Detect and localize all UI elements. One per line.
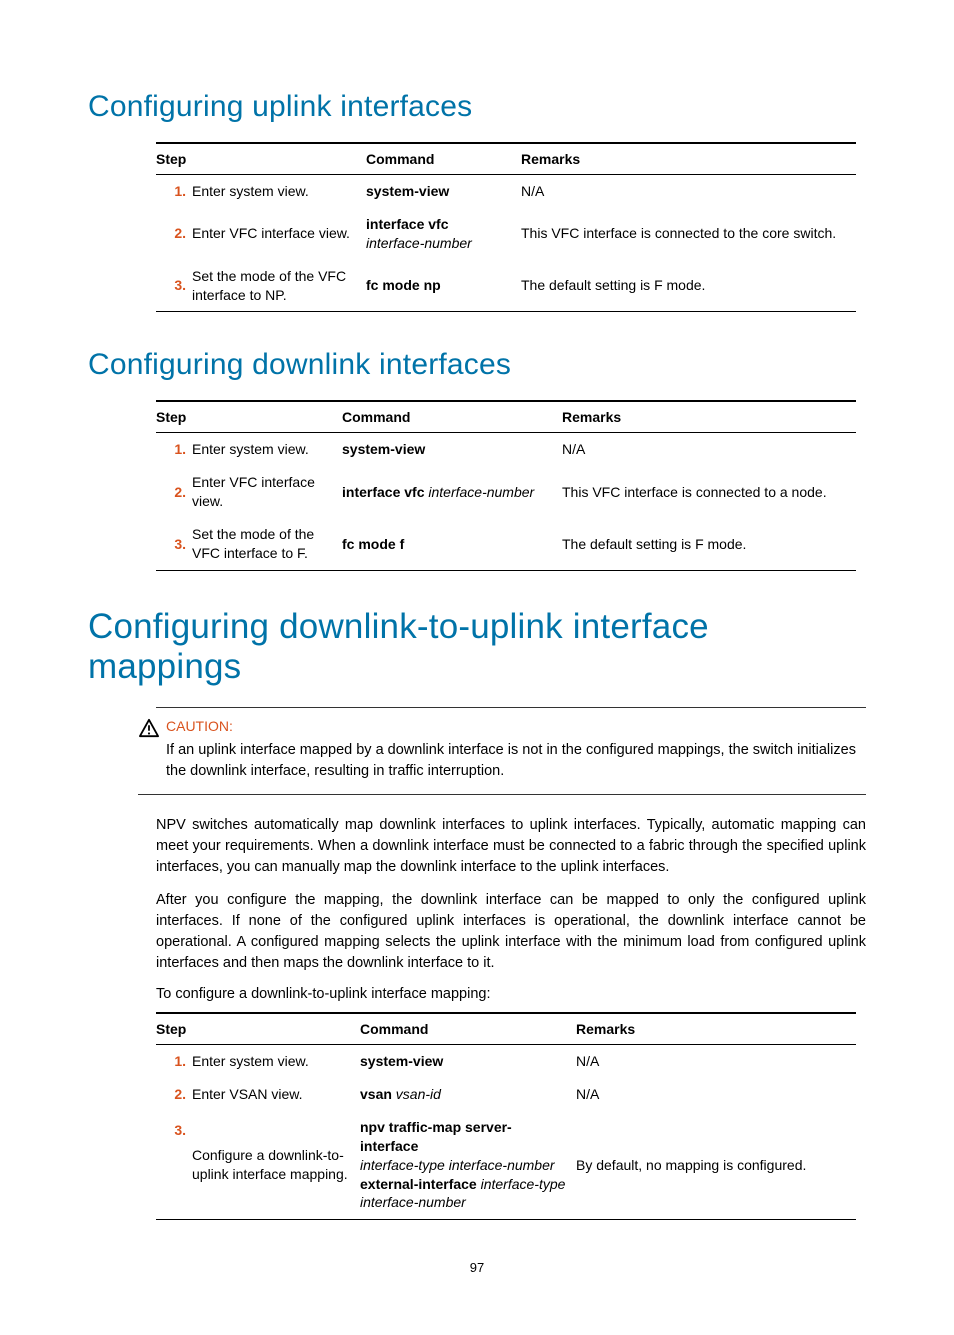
step-remark: The default setting is F mode. (562, 518, 856, 570)
step-desc: Enter VSAN view. (192, 1078, 360, 1111)
step-cmd: system-view (360, 1045, 576, 1078)
table-mapping: Step Command Remarks 1. Enter system vie… (156, 1012, 856, 1220)
paragraph: After you configure the mapping, the dow… (156, 890, 866, 974)
step-desc: Enter system view. (192, 175, 366, 208)
table-row: 3. Set the mode of the VFC interface to … (156, 518, 856, 570)
step-num: 2. (156, 1078, 192, 1111)
step-cmd: fc mode f (342, 518, 562, 570)
step-remark: By default, no mapping is configured. (576, 1111, 856, 1220)
paragraph: NPV switches automatically map downlink … (156, 815, 866, 878)
step-cmd: system-view (366, 175, 521, 208)
step-desc: Configure a downlink-to-uplink interface… (192, 1111, 360, 1220)
step-desc: Enter VFC interface view. (192, 466, 342, 518)
step-num: 2. (156, 466, 192, 518)
step-remark: N/A (576, 1045, 856, 1078)
step-num: 1. (156, 433, 192, 466)
step-remark: N/A (576, 1078, 856, 1111)
th-step: Step (156, 143, 366, 175)
step-cmd: npv traffic-map server-interface interfa… (360, 1111, 576, 1220)
th-step: Step (156, 401, 342, 433)
caution-title: CAUTION: (166, 718, 866, 734)
heading-uplink: Configuring uplink interfaces (88, 90, 866, 124)
th-remarks: Remarks (562, 401, 856, 433)
step-num: 3. (156, 1111, 192, 1220)
step-num: 2. (156, 208, 192, 260)
heading-mapping: Configuring downlink-to-uplink interface… (88, 607, 866, 687)
step-cmd: interface vfc interface-number (342, 466, 562, 518)
step-cmd: interface vfcinterface-number (366, 208, 521, 260)
step-desc: Enter system view. (192, 1045, 360, 1078)
th-command: Command (342, 401, 562, 433)
th-command: Command (366, 143, 521, 175)
table-row: 2. Enter VFC interface view. interface v… (156, 208, 856, 260)
step-remark: This VFC interface is connected to a nod… (562, 466, 856, 518)
step-num: 3. (156, 518, 192, 570)
table-row: 2. Enter VFC interface view. interface v… (156, 466, 856, 518)
th-step: Step (156, 1013, 360, 1045)
table-row: 3. Set the mode of the VFC interface to … (156, 260, 856, 312)
step-num: 1. (156, 175, 192, 208)
caution-block: CAUTION: If an uplink interface mapped b… (138, 718, 866, 795)
caution-triangle-icon (138, 718, 166, 742)
step-cmd: fc mode np (366, 260, 521, 312)
th-command: Command (360, 1013, 576, 1045)
step-remark: N/A (521, 175, 856, 208)
heading-downlink: Configuring downlink interfaces (88, 348, 866, 382)
step-remark: The default setting is F mode. (521, 260, 856, 312)
th-remarks: Remarks (521, 143, 856, 175)
table-uplink: Step Command Remarks 1. Enter system vie… (156, 142, 856, 312)
lead-sentence: To configure a downlink-to-uplink interf… (156, 986, 866, 1002)
step-cmd: vsan vsan-id (360, 1078, 576, 1111)
step-desc: Enter VFC interface view. (192, 208, 366, 260)
table-row: 1. Enter system view. system-view N/A (156, 1045, 856, 1078)
step-desc: Enter system view. (192, 433, 342, 466)
step-cmd: system-view (342, 433, 562, 466)
table-row: 3. Configure a downlink-to-uplink interf… (156, 1111, 856, 1220)
th-remarks: Remarks (576, 1013, 856, 1045)
step-desc: Set the mode of the VFC interface to NP. (192, 260, 366, 312)
table-row: 1. Enter system view. system-view N/A (156, 433, 856, 466)
table-row: 2. Enter VSAN view. vsan vsan-id N/A (156, 1078, 856, 1111)
step-num: 1. (156, 1045, 192, 1078)
step-num: 3. (156, 260, 192, 312)
caution-text: If an uplink interface mapped by a downl… (166, 740, 866, 782)
step-remark: N/A (562, 433, 856, 466)
table-row: 1. Enter system view. system-view N/A (156, 175, 856, 208)
page-number: 97 (88, 1260, 866, 1275)
step-desc: Set the mode of the VFC interface to F. (192, 518, 342, 570)
table-downlink: Step Command Remarks 1. Enter system vie… (156, 400, 856, 570)
step-remark: This VFC interface is connected to the c… (521, 208, 856, 260)
